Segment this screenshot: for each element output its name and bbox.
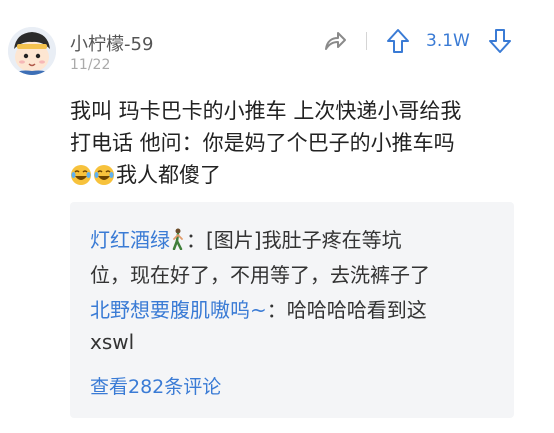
view-all-comments-link[interactable]: 查看282条评论: [90, 372, 221, 399]
post-date: 11/22: [70, 57, 111, 73]
walking-person-emoji: [171, 227, 185, 259]
comment-text: [图片]我肚子疼在等坑: [206, 228, 402, 252]
downvote-icon[interactable]: [488, 27, 512, 55]
comment-item[interactable]: 灯红酒绿 ：[图片]我肚子疼在等坑 位，现在好了，不用等了，去洗裤子了: [90, 224, 500, 291]
laughing-tears-emoji: [70, 163, 92, 195]
comment-text: xswl: [90, 330, 135, 354]
comment-text: 位，现在好了，不用等了，去洗裤子了: [90, 263, 430, 287]
comment-author[interactable]: 灯红酒绿: [90, 228, 170, 252]
avatar[interactable]: [8, 27, 56, 75]
post-text-tail: 我人都傻了: [116, 163, 221, 187]
comment-item[interactable]: 北野想要腹肌嗷呜~：哈哈哈哈看到这 xswl: [90, 294, 500, 358]
post-text-line: 我叫 玛卡巴卡的小推车 上次快递小哥给我: [70, 99, 462, 123]
share-icon[interactable]: [322, 28, 348, 54]
comment-author[interactable]: 北野想要腹肌嗷呜~: [90, 298, 267, 322]
post-body: 我叫 玛卡巴卡的小推车 上次快递小哥给我 打电话 他问：你是妈了个巴子的小推车吗…: [70, 95, 540, 195]
upvote-icon[interactable]: [386, 27, 410, 55]
vote-count[interactable]: 3.1W: [426, 31, 470, 51]
laughing-tears-emoji: [93, 163, 115, 195]
comment-text: 哈哈哈哈看到这: [286, 298, 427, 322]
divider: [366, 32, 367, 50]
comment-separator: ：: [186, 228, 206, 252]
post-text-line: 打电话 他问：你是妈了个巴子的小推车吗: [70, 131, 455, 155]
username[interactable]: 小柠檬-59: [70, 30, 153, 56]
comment-preview-box[interactable]: 灯红酒绿 ：[图片]我肚子疼在等坑 位，现在好了，不用等了，去洗裤子了 北野想要…: [70, 202, 514, 418]
comment-separator: ：: [266, 298, 287, 322]
post-text-line: 我人都傻了: [70, 159, 540, 195]
